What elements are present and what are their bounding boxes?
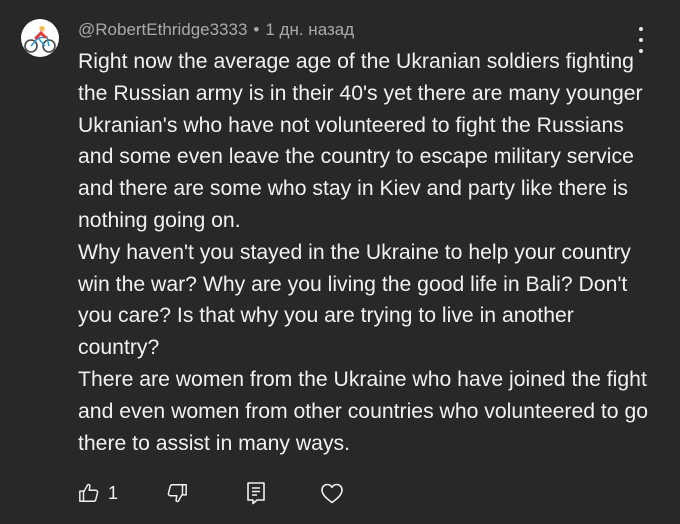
more-vertical-icon-dot bbox=[639, 38, 643, 42]
comment-paragraph: Right now the average age of the Ukrania… bbox=[78, 50, 643, 232]
comment-meta: @RobertEthridge3333 • 1 дн. назад bbox=[78, 18, 354, 42]
thumbs-down-icon bbox=[167, 484, 187, 503]
comment-text: Right now the average age of the Ukrania… bbox=[78, 46, 658, 459]
comment-paragraph: There are women from the Ukraine who hav… bbox=[78, 367, 649, 455]
like-button[interactable]: 1 bbox=[78, 478, 118, 508]
reply-button[interactable] bbox=[245, 478, 267, 508]
comment-paragraph: Why haven't you stayed in the Ukraine to… bbox=[78, 240, 631, 360]
heart-icon bbox=[321, 483, 343, 504]
more-vertical-icon-dot bbox=[639, 27, 643, 31]
comment-actions: 1 bbox=[0, 478, 680, 508]
reply-comment-icon bbox=[247, 482, 265, 505]
dislike-button[interactable] bbox=[166, 478, 188, 508]
heart-button[interactable] bbox=[320, 478, 344, 508]
author-name[interactable]: @RobertEthridge3333 bbox=[78, 20, 247, 39]
cyclist-icon bbox=[24, 26, 56, 53]
timestamp[interactable]: 1 дн. назад bbox=[265, 20, 354, 39]
like-count: 1 bbox=[108, 482, 119, 503]
avatar[interactable] bbox=[21, 19, 59, 57]
thumbs-up-icon bbox=[79, 483, 99, 502]
meta-separator: • bbox=[253, 20, 260, 39]
